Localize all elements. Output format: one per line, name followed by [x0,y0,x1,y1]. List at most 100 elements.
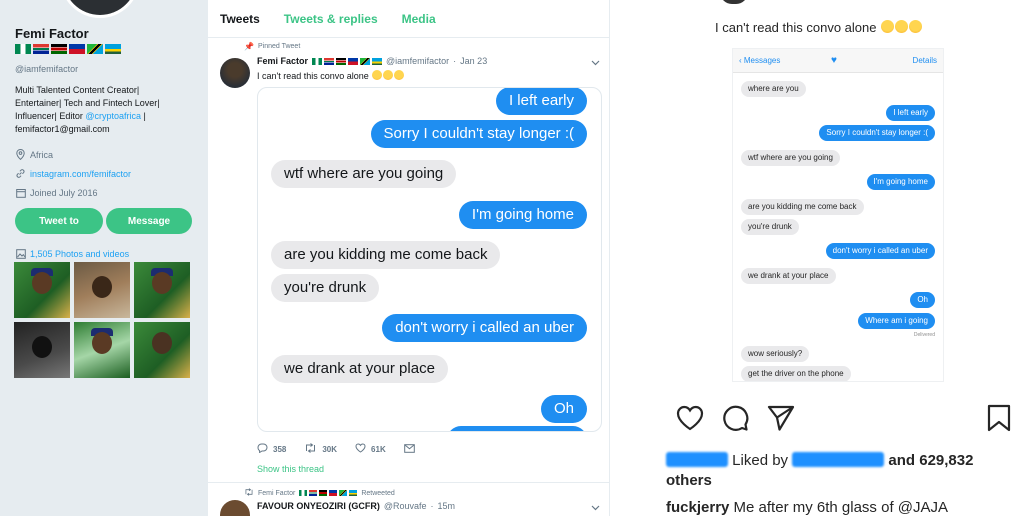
message-bubble-sent: I left early [886,105,935,121]
message-bubble-sent: I'm going home [866,174,935,190]
message-bubble-sent: don't worry i called an uber [825,243,935,259]
tanzania-flag-icon [339,490,348,496]
bio-line: Entertainer| Tech and Fintech Lover| [15,98,160,108]
profile-name: Femi Factor [15,26,89,41]
tweet-to-button[interactable]: Tweet to [15,208,103,234]
profile-handle: @iamfemifactor [15,64,79,74]
pinned-text: Pinned Tweet [257,43,301,50]
retweet-count: 30K [322,445,338,454]
caption-username[interactable]: fuckjerry [666,499,729,516]
retweet-author-avatar[interactable] [220,500,250,516]
bookmark-icon[interactable] [987,404,1011,432]
likes-count[interactable]: and 629,832 [888,452,973,469]
tab-tweets-replies[interactable]: Tweets & replies [284,12,378,26]
profile-location: Africa [15,149,53,160]
link-icon [15,168,26,179]
profile-avatar[interactable] [60,0,140,18]
chevron-down-icon[interactable] [591,503,600,513]
comment-icon[interactable] [722,404,749,431]
bio-line: Influencer| Editor @cryptoafrica | [15,110,200,123]
redacted-username [792,452,885,467]
message-bubble-received: are you kidding me come back [271,241,501,269]
media-thumbnail[interactable] [74,262,130,318]
retweet-icon [304,443,317,456]
show-thread-link[interactable]: Show this thread [257,464,324,474]
message-bubble-received: get the driver on the phone [741,366,851,381]
nigeria-flag-icon [299,490,308,496]
crying-laughing-emoji-icon [881,20,895,33]
location-text: Africa [30,149,54,160]
media-thumbnail[interactable] [134,262,190,318]
pin-icon: 📌 [244,42,254,51]
message-bubble-received: you're drunk [271,274,380,302]
retweet-author-handle: @Rouvafe [383,501,427,511]
tab-tweets[interactable]: Tweets [220,12,260,26]
message-bubble-sent: Oh [540,395,587,423]
likes-summary: Liked by and 629,832 [666,452,973,469]
bio-mention-link[interactable]: @cryptoafrica [85,111,141,121]
bio-line: Multi Talented Content Creator| [15,85,140,95]
tanzania-flag-icon [87,44,103,54]
chevron-down-icon[interactable] [591,58,600,68]
flag-emoji-row [312,57,383,65]
tweet-media-image[interactable]: I left early Sorry I couldn't stay longe… [257,87,602,432]
likes-others[interactable]: others [666,472,712,489]
tweet-date[interactable]: Jan 23 [460,56,487,66]
south-africa-flag-icon [324,57,335,65]
tweet-author-name[interactable]: Femi Factor [257,56,308,66]
photos-videos-link[interactable]: 1,505 Photos and videos [15,248,129,259]
like-count: 61K [371,445,386,454]
messages-back-label: Messages [743,56,781,65]
tweet-author-avatar[interactable] [220,58,250,88]
media-thumbnail[interactable] [14,322,70,378]
philippines-flag-icon [329,490,338,496]
profile-joined: Joined July 2016 [15,187,98,198]
share-send-icon[interactable] [767,405,795,431]
joined-text: Joined July 2016 [30,187,98,198]
media-thumbnail[interactable] [134,322,190,378]
flag-emoji-row [15,44,121,54]
messages-back-button: ‹ Messages [739,56,781,65]
website-link[interactable]: instagram.com/femifactor [30,169,131,179]
reply-action[interactable]: 358 [257,443,286,456]
nigeria-flag-icon [312,57,323,65]
bio-separator: | [141,111,146,121]
caption-text: Me after my 6th glass of @JAJA [733,499,949,516]
philippines-flag-icon [69,44,85,54]
message-bubble-received: we drank at your place [741,268,836,284]
details-link: Details [912,56,937,65]
tweet-text-body: I can't read this convo alone [257,71,369,81]
kenya-flag-icon [336,57,347,65]
nigeria-flag-icon [15,44,31,54]
retweet-time[interactable]: 15m [438,501,456,511]
blue-heart-icon: ♥ [831,55,837,66]
envelope-icon [403,443,415,456]
message-bubble-received: where are you [741,81,806,97]
profile-timeline: Tweets Tweets & replies Media 📌 Pinned T… [208,0,610,516]
retweet-author-name[interactable]: FAVOUR ONYEOZIRI (GCFR) [257,501,380,511]
profile-bio: Multi Talented Content Creator| Entertai… [15,84,200,136]
retweeted-text: Retweeted [361,489,395,497]
message-bubble-sent: I left early [495,88,587,115]
photos-label: 1,505 Photos and videos [30,248,130,259]
rwanda-flag-icon [105,44,121,54]
like-heart-icon[interactable] [676,405,704,431]
like-action[interactable]: 61K [355,443,386,456]
heart-icon [355,443,366,456]
retweet-action[interactable]: 30K [304,443,337,456]
instagram-avatar[interactable] [720,0,748,4]
message-bubble-sent: Sorry I couldn't stay longer :( [819,125,935,141]
tab-media[interactable]: Media [402,12,436,26]
media-thumbnail[interactable] [74,322,130,378]
retweet-header: FAVOUR ONYEOZIRI (GCFR) @Rouvafe · 15m [257,501,455,511]
message-bubble-sent: Sorry I couldn't stay longer :( [370,120,587,148]
direct-message-action[interactable] [403,443,415,456]
pinned-tweet-label: 📌 Pinned Tweet [244,42,300,51]
image-gap [610,0,642,516]
message-bubble-sent-partial [447,426,587,431]
message-button[interactable]: Message [106,208,192,234]
imessage-screenshot[interactable]: ‹ Messages ♥ Details where are you I lef… [732,48,944,382]
reply-icon [257,443,268,456]
bio-email: femifactor1@gmail.com [15,124,110,134]
media-thumbnail[interactable] [14,262,70,318]
